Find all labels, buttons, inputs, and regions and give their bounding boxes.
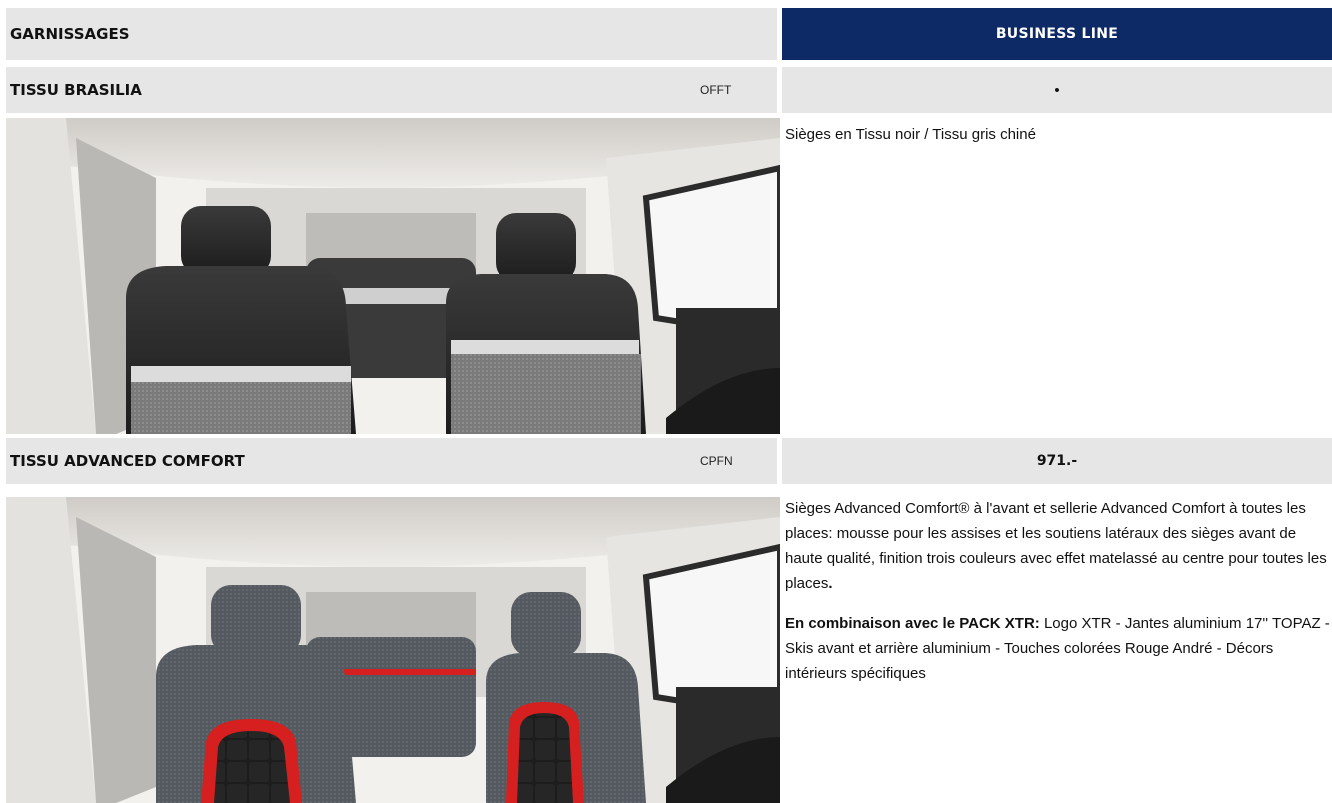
option-name: TISSU ADVANCED COMFORT xyxy=(10,452,245,470)
standard-bullet: • xyxy=(1054,81,1060,99)
option-row-tissu-advanced-comfort: TISSU ADVANCED COMFORT CPFN xyxy=(6,438,777,484)
option-description: Sièges Advanced Comfort® à l'avant et se… xyxy=(785,496,1330,686)
option-price: 971.- xyxy=(782,438,1332,484)
description-body: Sièges Advanced Comfort® à l'avant et se… xyxy=(785,500,1327,592)
description-period: . xyxy=(828,575,833,592)
option-availability: • xyxy=(782,67,1332,113)
header-trim-title: BUSINESS LINE xyxy=(995,26,1119,42)
car-interior-fabric-seats-image xyxy=(6,118,780,434)
combo-text: En combinaison avec le PACK XTR: Logo XT… xyxy=(785,611,1330,686)
header-title: GARNISSAGES xyxy=(10,25,130,43)
option-row-tissu-brasilia: TISSU BRASILIA OFFT xyxy=(6,67,777,113)
option-code: CPFN xyxy=(700,454,733,468)
table-header-business-line: BUSINESS LINE xyxy=(782,8,1332,60)
description-text: Sièges Advanced Comfort® à l'avant et se… xyxy=(785,496,1330,596)
option-code: OFFT xyxy=(700,83,732,97)
option-description: Sièges en Tissu noir / Tissu gris chiné xyxy=(785,122,1330,147)
combo-label: En combinaison avec le PACK XTR: xyxy=(785,615,1040,632)
option-name: TISSU BRASILIA xyxy=(10,81,142,99)
car-interior-advanced-comfort-seats-image xyxy=(6,497,780,803)
price-value: 971.- xyxy=(1036,453,1078,469)
description-text: Sièges en Tissu noir / Tissu gris chiné xyxy=(785,126,1036,143)
table-header-garnissages: GARNISSAGES xyxy=(6,8,777,60)
